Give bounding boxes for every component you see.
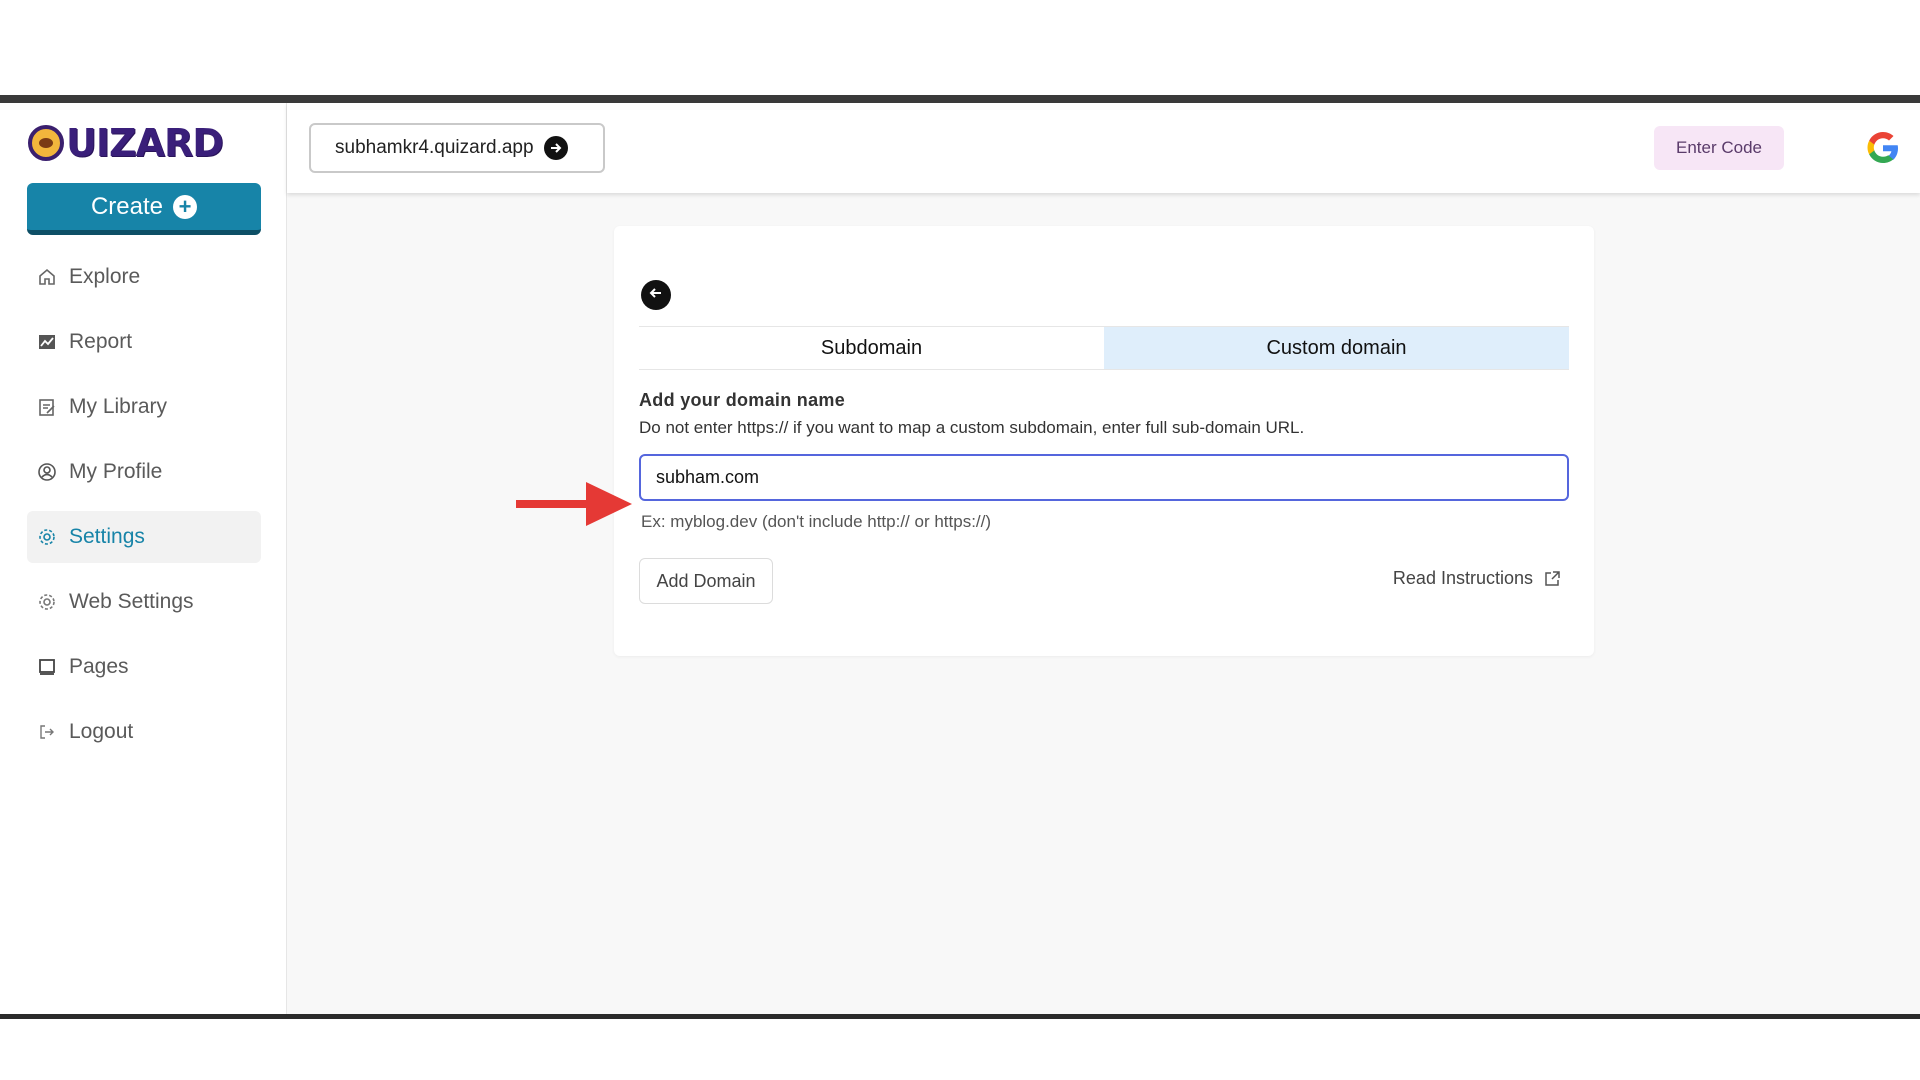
enter-code-button[interactable]: Enter Code xyxy=(1654,126,1784,170)
sidebar-nav: Explore Report My Library My Profile Set… xyxy=(27,251,261,771)
sidebar-item-explore[interactable]: Explore xyxy=(27,251,261,303)
create-button-label: Create xyxy=(90,192,164,220)
gear-icon xyxy=(37,592,57,612)
site-url-text: subhamkr4.quizard.app xyxy=(335,137,534,158)
home-icon xyxy=(37,267,57,287)
quizard-logo[interactable]: UIZARD xyxy=(28,121,224,165)
tab-subdomain[interactable]: Subdomain xyxy=(639,327,1104,369)
arrow-right-circle-icon xyxy=(543,136,568,160)
sidebar-item-report[interactable]: Report xyxy=(27,316,261,368)
add-domain-button[interactable]: Add Domain xyxy=(639,558,773,604)
input-hint: Ex: myblog.dev (don't include http:// or… xyxy=(641,512,992,531)
back-button[interactable] xyxy=(641,280,671,310)
plus-circle-icon: + xyxy=(173,194,198,219)
form-title: Add your domain name xyxy=(639,390,846,410)
sidebar-item-label: Pages xyxy=(69,655,129,678)
form-description: Do not enter https:// if you want to map… xyxy=(639,418,1305,437)
sidebar-item-label: Settings xyxy=(69,525,145,548)
logout-icon xyxy=(37,722,57,742)
chart-icon xyxy=(37,332,57,352)
logo-mascot-icon xyxy=(28,125,64,161)
sidebar-item-label: Explore xyxy=(69,265,141,288)
domain-tabs: Subdomain Custom domain xyxy=(639,326,1569,370)
read-instructions-link[interactable]: Read Instructions xyxy=(1393,568,1561,589)
tab-custom-domain[interactable]: Custom domain xyxy=(1104,327,1569,369)
site-url-button[interactable]: subhamkr4.quizard.app xyxy=(309,123,605,173)
external-link-icon xyxy=(1543,570,1561,588)
sidebar-item-my-profile[interactable]: My Profile xyxy=(27,446,261,498)
library-icon xyxy=(37,397,57,417)
annotation-arrow-icon xyxy=(516,482,632,526)
gear-icon xyxy=(37,527,57,547)
sidebar-item-settings[interactable]: Settings xyxy=(27,511,261,563)
sidebar-item-label: Logout xyxy=(69,720,134,743)
create-button[interactable]: Create + xyxy=(27,183,261,235)
logo-text: UIZARD xyxy=(66,121,224,165)
user-icon xyxy=(37,462,57,482)
sidebar-item-label: My Profile xyxy=(69,460,163,483)
arrow-left-icon xyxy=(648,285,664,306)
sidebar-item-web-settings[interactable]: Web Settings xyxy=(27,576,261,628)
domain-name-input[interactable] xyxy=(639,454,1569,501)
sidebar-item-label: My Library xyxy=(69,395,168,418)
sidebar-item-pages[interactable]: Pages xyxy=(27,641,261,693)
top-bar: subhamkr4.quizard.app Enter Code xyxy=(287,103,1920,193)
app-frame: UIZARD Create + Explore Report My Librar… xyxy=(0,95,1920,1019)
sidebar: UIZARD Create + Explore Report My Librar… xyxy=(0,103,287,1014)
domain-settings-card: Subdomain Custom domain Add your domain … xyxy=(614,226,1594,656)
sidebar-item-logout[interactable]: Logout xyxy=(27,706,261,758)
sidebar-item-my-library[interactable]: My Library xyxy=(27,381,261,433)
sidebar-item-label: Report xyxy=(69,330,133,353)
sidebar-item-label: Web Settings xyxy=(69,590,194,613)
read-instructions-label: Read Instructions xyxy=(1392,568,1533,588)
google-icon[interactable] xyxy=(1864,129,1902,167)
pages-icon xyxy=(37,657,57,677)
